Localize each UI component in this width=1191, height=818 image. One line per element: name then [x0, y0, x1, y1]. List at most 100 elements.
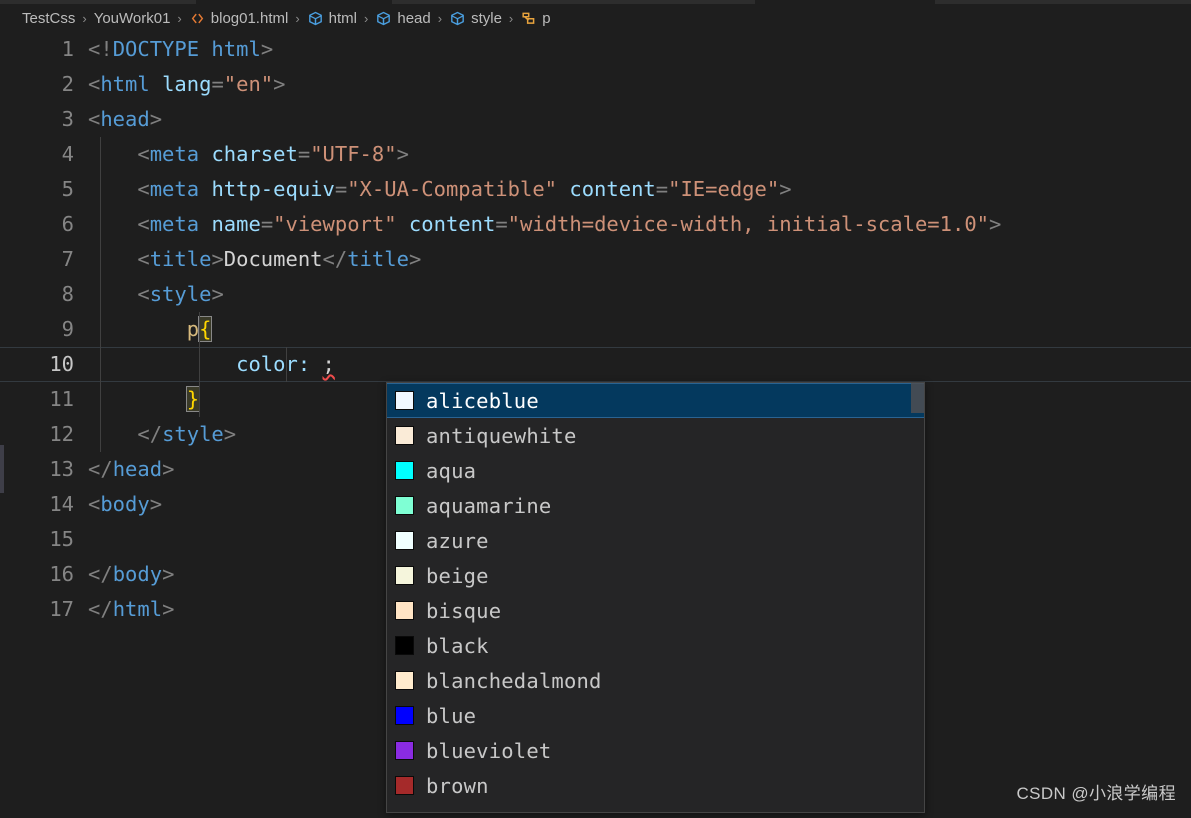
suggest-item-label: blueviolet — [426, 738, 552, 763]
indent-guide — [100, 312, 101, 347]
color-swatch-icon — [395, 741, 414, 760]
token-punct: > — [273, 72, 286, 96]
token-css-property: color — [236, 352, 298, 376]
suggest-item-azure[interactable]: azure — [387, 523, 924, 558]
token-attr: http-equiv — [211, 177, 335, 201]
token-punct: = — [334, 177, 348, 201]
suggest-scrollbar[interactable] — [911, 383, 924, 812]
token-punct: > — [162, 597, 175, 621]
line-number: 13 — [49, 457, 74, 481]
color-swatch-icon — [395, 391, 414, 410]
code-line[interactable]: 5 <meta http-equiv="X-UA-Compatible" con… — [0, 172, 1191, 207]
suggest-item-brown[interactable]: brown — [387, 768, 924, 803]
token-semicolon-error: ; — [322, 352, 335, 376]
token-punct: > — [162, 562, 175, 586]
watermark: CSDN @小浪学编程 — [1016, 784, 1176, 803]
code-line[interactable]: 3 <head> — [0, 102, 1191, 137]
indent-guide — [100, 172, 101, 207]
line-number: 4 — [61, 142, 74, 166]
code-line[interactable]: 8 <style> — [0, 277, 1191, 312]
token-punct: = — [297, 142, 311, 166]
suggest-item-label: aqua — [426, 458, 477, 483]
suggest-item-label: blanchedalmond — [426, 668, 602, 693]
line-number: 17 — [49, 597, 74, 621]
breadcrumb-item-blog01-html[interactable]: blog01.html — [189, 9, 289, 27]
symbol-field-icon — [307, 10, 324, 27]
token-punct: < — [137, 212, 150, 236]
token-tag: style — [149, 282, 212, 306]
suggest-item-antiquewhite[interactable]: antiquewhite — [387, 418, 924, 453]
indent-guide — [100, 277, 101, 312]
suggest-item-bisque[interactable]: bisque — [387, 593, 924, 628]
suggest-widget[interactable]: aliceblue antiquewhite aqua aquamarine azure… — [386, 382, 925, 813]
suggest-item-blanchedalmond[interactable]: blanchedalmond — [387, 663, 924, 698]
suggest-item-black[interactable]: black — [387, 628, 924, 663]
code-line[interactable]: 6 <meta name="viewport" content="width=d… — [0, 207, 1191, 242]
breadcrumb-item-head[interactable]: head — [375, 9, 431, 27]
color-swatch-icon — [395, 531, 414, 550]
breadcrumb-item-html[interactable]: html — [307, 10, 357, 27]
breadcrumb-label: style — [471, 9, 502, 27]
code-line[interactable]: 4 <meta charset="UTF-8"> — [0, 137, 1191, 172]
color-swatch-icon — [395, 461, 414, 480]
token-tag: title — [347, 247, 409, 271]
line-text: <head> — [88, 102, 1191, 137]
code-line-active[interactable]: 10 color: ; — [0, 347, 1191, 382]
token-brace-close: } — [185, 386, 201, 412]
breadcrumb-item-p[interactable]: p — [520, 10, 551, 27]
suggest-scrollbar-thumb[interactable] — [911, 383, 924, 413]
token-punct: > — [260, 37, 274, 61]
breadcrumb-separator: › — [82, 10, 87, 26]
code-line[interactable]: 9 p{ — [0, 312, 1191, 347]
token-string: "viewport" — [273, 212, 397, 236]
token-punct: = — [655, 177, 669, 201]
suggest-item-label: antiquewhite — [426, 423, 577, 448]
token-string: "UTF-8" — [310, 142, 397, 166]
token-punct: = — [260, 212, 274, 236]
suggest-item-label: black — [426, 633, 489, 658]
line-number: 16 — [49, 562, 74, 586]
token-tag: title — [149, 247, 212, 271]
suggest-item-blueviolet[interactable]: blueviolet — [387, 733, 924, 768]
line-text: <title>Document</title> — [88, 242, 1191, 277]
token-tag: meta — [149, 142, 200, 166]
color-swatch-icon — [395, 671, 414, 690]
token-string: "width=device-width, initial-scale=1.0" — [507, 212, 990, 236]
token-punct: < — [137, 282, 150, 306]
token-punct: : — [297, 352, 311, 376]
token-punct: > — [989, 212, 1002, 236]
suggest-item-label: aquamarine — [426, 493, 552, 518]
indent-guide — [100, 207, 101, 242]
token-tag: meta — [149, 212, 200, 236]
token-punct: > — [779, 177, 792, 201]
code-line[interactable]: 7 <title>Document</title> — [0, 242, 1191, 277]
suggest-item-blue[interactable]: blue — [387, 698, 924, 733]
indent-guide — [100, 417, 101, 452]
breadcrumb-label: head — [397, 9, 431, 27]
breadcrumb-item-youwork01[interactable]: YouWork01 — [94, 10, 171, 27]
token-punct: < — [88, 492, 101, 516]
indent-guide — [199, 347, 200, 382]
code-line[interactable]: 1 <!DOCTYPE html> — [0, 32, 1191, 67]
line-text: <meta name="viewport" content="width=dev… — [88, 207, 1191, 242]
breadcrumb-item-testcss[interactable]: TestCss — [22, 10, 75, 27]
breadcrumb-separator: › — [177, 10, 182, 26]
suggest-item-label: bisque — [426, 598, 502, 623]
code-line[interactable]: 2 <html lang="en"> — [0, 67, 1191, 102]
suggest-item-aquamarine[interactable]: aquamarine — [387, 488, 924, 523]
color-swatch-icon — [395, 776, 414, 795]
symbol-field-icon — [375, 10, 392, 27]
token-punct: = — [495, 212, 508, 236]
line-number: 12 — [49, 422, 74, 446]
color-swatch-icon — [395, 566, 414, 585]
breadcrumb-label: html — [328, 9, 358, 27]
token-punct: > — [408, 247, 422, 271]
suggest-list[interactable]: aliceblue antiquewhite aqua aquamarine azure… — [387, 383, 924, 803]
suggest-item-aqua[interactable]: aqua — [387, 453, 924, 488]
suggest-item-beige[interactable]: beige — [387, 558, 924, 593]
breadcrumb-label: blog01.html — [210, 9, 289, 27]
token-css-selector: p — [186, 317, 200, 341]
token-tag: head — [100, 107, 150, 131]
suggest-item-aliceblue[interactable]: aliceblue — [387, 383, 924, 418]
breadcrumb-item-style[interactable]: style — [449, 10, 502, 27]
